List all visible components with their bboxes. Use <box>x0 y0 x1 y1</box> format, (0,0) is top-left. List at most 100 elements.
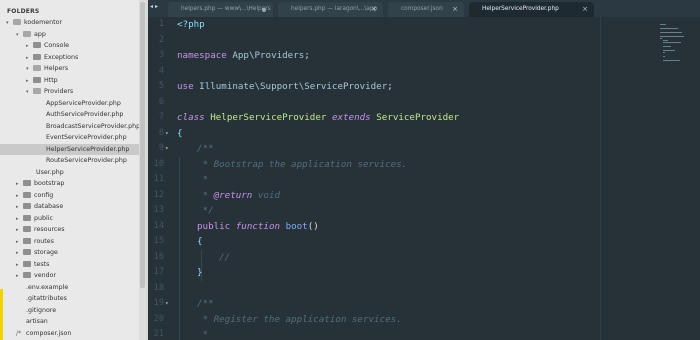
code-line-12: * @return void <box>197 189 281 201</box>
tree-file--env-example[interactable]: .env.example <box>0 282 139 294</box>
tree-item-label: .env.example <box>26 283 69 291</box>
code-line-15: { <box>197 236 203 247</box>
tree-file-artisan[interactable]: artisan <box>0 316 139 328</box>
line-number: 4 <box>158 65 164 76</box>
tree-item-label: Exceptions <box>44 53 79 61</box>
tree-folder-storage[interactable]: ▸ storage <box>0 247 139 259</box>
folder-icon <box>23 237 31 244</box>
tree-row-content: AuthServiceProvider.php <box>0 111 123 118</box>
tree-file-helperserviceprovider-php[interactable]: HelperServiceProvider.php <box>0 143 139 155</box>
tree-file-appserviceprovider-php[interactable]: AppServiceProvider.php <box>0 98 139 110</box>
tree-item-label: database <box>34 203 64 210</box>
line-number: 9 <box>158 143 164 153</box>
folder-open-icon <box>33 65 41 71</box>
sidebar-scroll-thumb[interactable] <box>140 2 145 288</box>
tree-file-eventserviceprovider-php[interactable]: EventServiceProvider.php <box>0 132 139 144</box>
line-number: 17 <box>153 267 164 277</box>
code-line-9: /** <box>197 143 214 154</box>
fold-arrow-icon[interactable]: ▾ <box>165 145 169 152</box>
code-line-19: /** <box>197 298 214 309</box>
line-number: 3 <box>158 50 164 60</box>
forward-arrow-icon[interactable]: ▸ <box>155 3 158 10</box>
line-number: 10 <box>153 158 164 169</box>
tree-item-label: bootstrap <box>34 180 65 187</box>
tree-row-content: ▸ Http <box>0 76 58 84</box>
tree-item-label: vendor <box>34 272 57 279</box>
tree-item-label: .gitattributes <box>26 295 67 302</box>
back-arrow-icon[interactable]: ◂ <box>150 3 153 10</box>
folder-open-icon <box>23 30 31 37</box>
code-editor[interactable]: ◂ ▸ helpers.php — www\...\Helpers helper… <box>148 0 700 340</box>
code-line-17: } <box>197 267 203 278</box>
tree-item-label: AppServiceProvider.php <box>46 99 121 107</box>
line-number: 6 <box>158 96 164 107</box>
tree-folder-database[interactable]: ▸ database <box>0 201 139 213</box>
folder-icon <box>23 226 31 232</box>
tree-row-content: /* composer.json <box>0 330 71 337</box>
tree-file-routeserviceprovider-php[interactable]: RouteServiceProvider.php <box>0 155 139 167</box>
tree-item-label: tests <box>34 260 50 268</box>
tab-nav-arrows[interactable]: ◂ ▸ <box>150 3 158 10</box>
close-icon[interactable]: × <box>371 2 377 17</box>
tree-folder-routes[interactable]: ▸ routes <box>0 236 139 248</box>
tree-folder-http[interactable]: ▸ Http <box>0 75 139 87</box>
ruler-line <box>600 17 601 340</box>
tab-composer-json[interactable]: composer.json × <box>388 2 464 17</box>
tree-row-content: .gitignore <box>0 307 56 314</box>
fold-arrow-icon[interactable]: ▾ <box>165 130 169 137</box>
tree-folder-public[interactable]: ▸ public <box>0 213 139 225</box>
minimap[interactable] <box>660 24 686 74</box>
tab-helpers-laragon[interactable]: helpers.php — laragon\...\app × <box>278 2 383 17</box>
tree-file-composer-json[interactable]: /* composer.json <box>0 328 139 340</box>
close-icon[interactable]: × <box>452 2 458 17</box>
tree-item-label: artisan <box>26 318 48 325</box>
sidebar-scrollbar[interactable] <box>139 0 146 340</box>
line-number: 2 <box>158 34 164 45</box>
tree-folder-vendor[interactable]: ▸ vendor <box>0 270 139 282</box>
tree-file-authserviceprovider-php[interactable]: AuthServiceProvider.php <box>0 109 139 121</box>
folder-icon <box>23 203 31 209</box>
tab-label: composer.json <box>401 6 443 12</box>
line-number: 5 <box>158 81 164 91</box>
close-icon[interactable]: × <box>582 2 588 17</box>
tree-row-content: User.php <box>0 169 64 176</box>
tree-file--gitattributes[interactable]: .gitattributes <box>0 293 139 305</box>
folder-icon <box>33 42 41 48</box>
tree-folder-config[interactable]: ▸ config <box>0 190 139 202</box>
tree-folder-bootstrap[interactable]: ▸ bootstrap <box>0 178 139 190</box>
fold-arrow-icon[interactable]: ▾ <box>165 300 169 307</box>
folder-icon <box>23 249 31 255</box>
tab-label: HelperServiceProvider.php <box>482 6 559 12</box>
tree-folder-providers[interactable]: ▾ Providers <box>0 86 139 98</box>
tab-helpers-www[interactable]: helpers.php — www\...\Helpers <box>168 2 273 17</box>
tree-folder-tests[interactable]: ▸ tests <box>0 259 139 271</box>
line-number: 16 <box>153 251 164 262</box>
line-number: 13 <box>153 205 164 215</box>
tree-item-label: Providers <box>44 88 74 95</box>
tree-folder-console[interactable]: ▸ Console <box>0 40 139 52</box>
line-number: 18 <box>153 282 164 293</box>
code-area[interactable]: <?php namespace App\Providers; use Illum… <box>177 17 617 340</box>
folder-open-icon <box>13 19 21 25</box>
sidebar: FOLDERS ▾ kodementor ▾ app ▸ Console ▸ Exceptio… <box>0 0 146 340</box>
tree-folder-helpers[interactable]: ▾ Helpers <box>0 63 139 75</box>
tree-file-user-php[interactable]: User.php <box>0 167 139 179</box>
line-number: 1 <box>158 19 164 29</box>
code-line-5: use Illuminate\Support\ServiceProvider; <box>177 81 393 92</box>
tree-item-label: config <box>34 191 54 199</box>
tree-item-label: Console <box>44 42 69 49</box>
tree-row-content: ▸ storage <box>0 249 58 256</box>
tree-file--gitignore[interactable]: .gitignore <box>0 305 139 317</box>
tree-folder-resources[interactable]: ▸ resources <box>0 224 139 236</box>
tree-folder-app[interactable]: ▾ app <box>0 29 139 41</box>
modified-dot-icon <box>262 8 266 12</box>
line-number: 21 <box>153 329 164 339</box>
tree-row-content: BroadcastServiceProvider.php <box>0 123 140 130</box>
tab-helperserviceprovider[interactable]: HelperServiceProvider.php × <box>469 2 594 17</box>
tree-folder-exceptions[interactable]: ▸ Exceptions <box>0 52 139 64</box>
tree-file-broadcastserviceprovider-php[interactable]: BroadcastServiceProvider.php <box>0 121 140 133</box>
tree-row-content: RouteServiceProvider.php <box>0 157 127 164</box>
folder-icon <box>23 272 31 278</box>
code-line-7: class HelperServiceProvider extends Serv… <box>177 112 460 123</box>
tree-folder-kodementor[interactable]: ▾ kodementor <box>0 17 139 29</box>
